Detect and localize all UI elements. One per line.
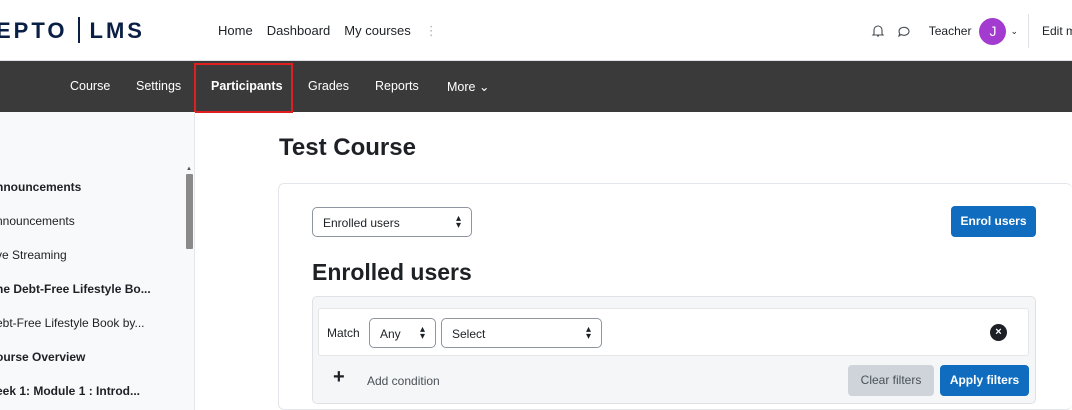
tab-course[interactable]: Course [70, 79, 110, 93]
primary-nav: Home Dashboard My courses ⋮ [218, 23, 438, 39]
updown-arrow-icon: ▴ ▾ [419, 324, 425, 342]
secondary-nav: Course Settings Participants Grades Repo… [0, 61, 1072, 112]
drawer-item[interactable]: nnouncements [0, 214, 75, 228]
brand-divider [77, 17, 80, 43]
enrolment-select[interactable]: Enrolled users ▴ ▾ [312, 207, 472, 237]
updown-arrow-icon: ▴ ▾ [455, 213, 461, 231]
nav-more-icon[interactable]: ⋮ [425, 23, 438, 39]
match-select-value: Any [380, 327, 401, 341]
add-condition-link[interactable]: Add condition [367, 374, 440, 388]
remove-filter-icon[interactable]: × [990, 324, 1007, 341]
tab-grades[interactable]: Grades [308, 79, 349, 93]
nav-dashboard[interactable]: Dashboard [267, 23, 331, 39]
drawer-scrollbar[interactable] [186, 174, 193, 249]
apply-filters-button[interactable]: Apply filters [940, 365, 1029, 396]
tab-settings[interactable]: Settings [136, 79, 181, 93]
filter-type-value: Select [452, 327, 486, 341]
edit-mode-label[interactable]: Edit mode [1042, 24, 1072, 38]
updown-arrow-icon: ▴ ▾ [585, 324, 591, 342]
brand-right: LMS [89, 18, 145, 43]
chevron-down-icon[interactable]: ⌄ [1010, 26, 1018, 37]
match-select[interactable]: Any ▴ ▾ [369, 318, 436, 348]
tab-reports[interactable]: Reports [375, 79, 419, 93]
nav-home[interactable]: Home [218, 23, 253, 39]
drawer-item[interactable]: eek 1: Module 1 : Introd... [0, 384, 140, 398]
drawer-item[interactable]: he Debt-Free Lifestyle Bo... [0, 282, 151, 296]
drawer-item[interactable]: ve Streaming [0, 248, 67, 262]
participants-highlight-box [194, 63, 293, 113]
section-title: Enrolled users [312, 259, 472, 285]
bell-icon[interactable] [871, 24, 885, 38]
chat-icon[interactable] [897, 24, 911, 38]
user-area: Teacher J ⌄ Edit mode [871, 14, 1072, 48]
drawer-item[interactable]: nnouncements [0, 180, 81, 194]
drawer-item[interactable]: ebt-Free Lifestyle Book by... [0, 316, 145, 330]
drawer-item[interactable]: ourse Overview [0, 350, 85, 364]
filter-type-select[interactable]: Select ▴ ▾ [441, 318, 602, 348]
enrolment-select-value: Enrolled users [323, 216, 400, 230]
tab-more[interactable]: More ⌄ [447, 79, 489, 94]
brand-logo[interactable]: EPTO LMS [0, 17, 145, 44]
enrol-users-button[interactable]: Enrol users [951, 206, 1036, 237]
brand-left: EPTO [0, 18, 68, 43]
avatar[interactable]: J [979, 17, 1007, 45]
top-navbar: EPTO LMS Home Dashboard My courses ⋮ Teac… [0, 0, 1072, 61]
user-role: Teacher [928, 24, 972, 38]
nav-my-courses[interactable]: My courses [344, 23, 410, 39]
divider [1028, 14, 1029, 48]
match-label: Match [327, 326, 360, 340]
plus-icon[interactable]: + [333, 366, 345, 389]
clear-filters-button[interactable]: Clear filters [848, 365, 934, 396]
scroll-up-icon[interactable]: ▲ [186, 166, 192, 172]
page-title: Test Course [279, 134, 416, 161]
